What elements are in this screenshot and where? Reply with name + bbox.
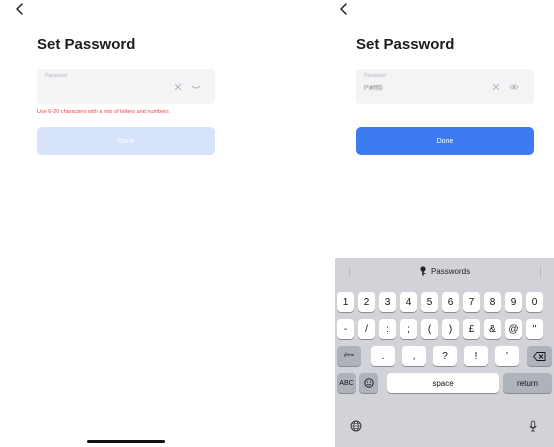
passwords-suggestion[interactable]: Passwords xyxy=(335,258,554,284)
return-key[interactable]: return xyxy=(503,373,552,393)
key-5[interactable]: 5 xyxy=(421,292,438,312)
key-0[interactable]: 0 xyxy=(526,292,543,312)
emoji-key[interactable] xyxy=(359,373,378,393)
key-7[interactable]: 7 xyxy=(463,292,480,312)
done-button[interactable]: Done xyxy=(356,127,534,155)
key-colon[interactable]: : xyxy=(379,319,396,339)
key-hyphen[interactable]: - xyxy=(337,319,354,339)
backspace-icon xyxy=(533,351,546,361)
key-slash[interactable]: / xyxy=(358,319,375,339)
key-8[interactable]: 8 xyxy=(484,292,501,312)
page-title: Set Password xyxy=(37,36,136,53)
key-icon xyxy=(420,266,426,276)
key-comma[interactable]: , xyxy=(402,346,426,366)
key-pound[interactable]: £ xyxy=(463,319,480,339)
key-period[interactable]: . xyxy=(371,346,395,366)
keyboard: Passwords 1 2 3 4 5 6 7 8 9 0 - / : ; ( … xyxy=(335,258,554,447)
eye-open-icon[interactable] xyxy=(509,83,519,91)
key-9[interactable]: 9 xyxy=(505,292,522,312)
home-indicator xyxy=(87,440,165,443)
key-6[interactable]: 6 xyxy=(442,292,459,312)
key-quote[interactable]: " xyxy=(526,319,543,339)
password-field-label: Password xyxy=(364,73,386,79)
microphone-icon[interactable] xyxy=(527,420,539,432)
password-field-label: Password xyxy=(45,73,67,79)
set-password-screen-empty: Set Password Password Use 6-20 character… xyxy=(0,0,271,447)
passwords-label: Passwords xyxy=(430,266,471,276)
emoji-icon xyxy=(363,378,374,388)
key-close-paren[interactable]: ) xyxy=(442,319,459,339)
globe-icon[interactable] xyxy=(350,420,362,432)
key-2[interactable]: 2 xyxy=(358,292,375,312)
key-1[interactable]: 1 xyxy=(337,292,354,312)
done-button[interactable]: Done xyxy=(37,127,215,155)
key-open-paren[interactable]: ( xyxy=(421,319,438,339)
clear-icon[interactable] xyxy=(492,83,500,91)
key-exclamation[interactable]: ! xyxy=(464,346,488,366)
suggestion-divider xyxy=(349,267,350,277)
delete-key[interactable] xyxy=(527,346,552,366)
clear-icon[interactable] xyxy=(174,83,182,91)
password-value: l*#ff0 xyxy=(364,85,383,92)
key-3[interactable]: 3 xyxy=(379,292,396,312)
key-abc[interactable]: ABC xyxy=(337,373,356,393)
back-chevron-icon[interactable] xyxy=(338,3,350,15)
password-hint: Use 6-20 characters with a mix of letter… xyxy=(37,109,169,115)
suggestion-divider xyxy=(540,267,541,277)
page-title: Set Password xyxy=(356,36,455,53)
space-key[interactable]: space xyxy=(387,373,499,393)
eye-closed-icon[interactable] xyxy=(191,83,201,91)
password-field[interactable]: Password l*#ff0 xyxy=(356,69,534,104)
back-chevron-icon[interactable] xyxy=(14,3,26,15)
key-ampersand[interactable]: & xyxy=(484,319,501,339)
key-semicolon[interactable]: ; xyxy=(400,319,417,339)
password-field[interactable]: Password xyxy=(37,69,215,104)
key-question[interactable]: ? xyxy=(433,346,457,366)
key-apostrophe[interactable]: ' xyxy=(495,346,519,366)
key-at[interactable]: @ xyxy=(505,319,522,339)
key-more-symbols[interactable]: #+= xyxy=(337,346,361,366)
key-4[interactable]: 4 xyxy=(400,292,417,312)
